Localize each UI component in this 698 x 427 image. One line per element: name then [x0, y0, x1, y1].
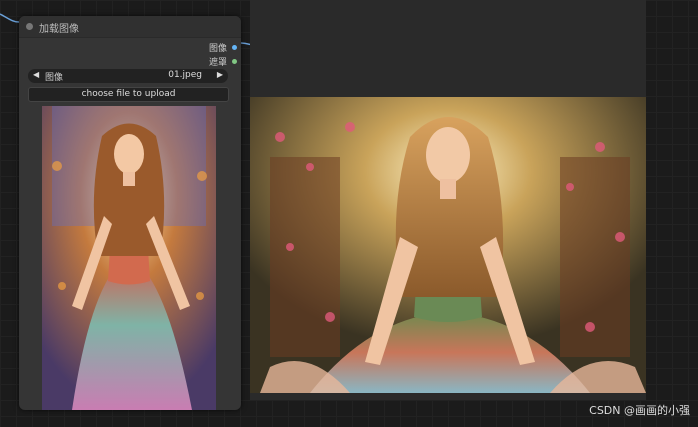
combo-value: 01.jpeg — [168, 70, 202, 80]
image-combo-widget[interactable]: ◀ 图像 01.jpeg ▶ — [28, 69, 228, 83]
node-collapse-dot[interactable] — [26, 23, 33, 30]
combo-next-arrow[interactable]: ▶ — [217, 70, 223, 79]
thumbnail-image — [42, 106, 216, 410]
combo-prev-arrow[interactable]: ◀ — [33, 70, 39, 79]
preview-image — [250, 97, 646, 393]
output-label-image: 图像 — [208, 44, 227, 54]
watermark: CSDN @画画的小强 — [589, 404, 690, 417]
input-link — [0, 13, 20, 23]
output-slot-mask[interactable] — [232, 59, 237, 64]
node-title: 加载图像 — [39, 24, 79, 35]
output-label-mask: 遮罩 — [208, 58, 227, 68]
output-slot-image[interactable] — [232, 45, 237, 50]
load-image-node[interactable]: 加载图像 图像 遮罩 ◀ 图像 01.jpeg ▶ choose file to… — [19, 16, 241, 410]
upload-button[interactable]: choose file to upload — [28, 87, 229, 102]
combo-label: 图像 — [45, 73, 64, 83]
node-header[interactable]: 加载图像 — [19, 16, 241, 38]
